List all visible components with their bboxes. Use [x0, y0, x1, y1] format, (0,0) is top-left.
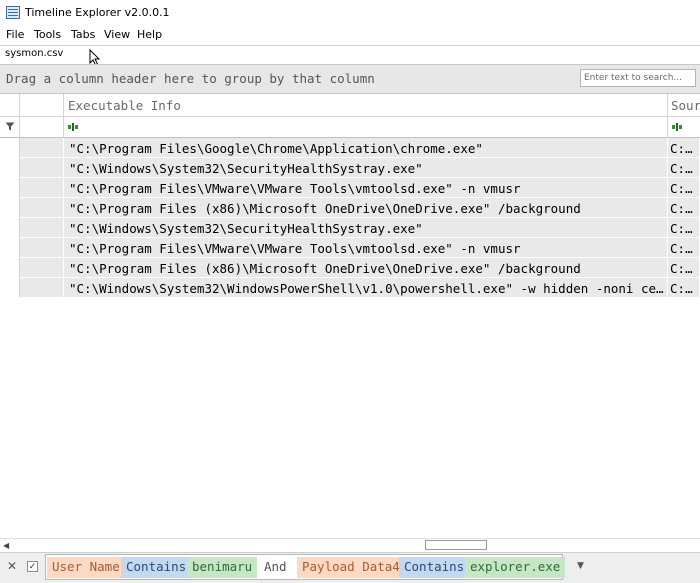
- filter-condition-icon[interactable]: [68, 123, 78, 131]
- row-indicator: [0, 198, 20, 218]
- scrollbar-thumb[interactable]: [425, 540, 487, 550]
- table-row[interactable]: "C:\Program Files\VMware\VMware Tools\vm…: [0, 238, 700, 258]
- filter-funnel-icon[interactable]: [5, 122, 15, 131]
- cell-text: "C:\Program Files (x86)\Microsoft OneDri…: [69, 261, 581, 276]
- filter-value-benimaru[interactable]: benimaru: [187, 557, 258, 578]
- menu-file[interactable]: File: [6, 28, 24, 41]
- horizontal-scrollbar[interactable]: [0, 538, 700, 552]
- row-indicator: [0, 238, 20, 258]
- column-header-source-label: Sourc: [671, 98, 700, 113]
- filter-join-and[interactable]: And: [259, 557, 292, 578]
- cell-text: C:\U: [670, 201, 699, 216]
- menu-tools[interactable]: Tools: [34, 28, 61, 41]
- table-row[interactable]: "C:\Program Files (x86)\Microsoft OneDri…: [0, 198, 700, 218]
- table-row[interactable]: "C:\Windows\System32\SecurityHealthSystr…: [0, 218, 700, 238]
- table-cell-source[interactable]: C:\U: [668, 178, 700, 198]
- column-header-executable-info-label: Executable Info: [68, 98, 181, 113]
- row-indicator: [0, 178, 20, 198]
- filter-enabled-checkbox[interactable]: ✓: [27, 561, 38, 572]
- scroll-left-arrow-icon[interactable]: ◀: [3, 541, 9, 550]
- menu-view[interactable]: View: [104, 28, 130, 41]
- close-filter-icon[interactable]: ✕: [7, 559, 17, 573]
- table-cell-executable-info[interactable]: "C:\Program Files\VMware\VMware Tools\vm…: [64, 178, 668, 198]
- filter-operator-contains[interactable]: Contains: [121, 557, 192, 578]
- table-cell-source[interactable]: C:\U: [668, 278, 700, 298]
- menu-tabs[interactable]: Tabs: [71, 28, 95, 41]
- window-title: Timeline Explorer v2.0.0.1: [25, 6, 170, 19]
- table-row[interactable]: "C:\Program Files\Google\Chrome\Applicat…: [0, 138, 700, 158]
- row-indicator: [0, 138, 20, 158]
- cell-text: "C:\Program Files\VMware\VMware Tools\vm…: [69, 181, 521, 196]
- table-row[interactable]: "C:\Program Files (x86)\Microsoft OneDri…: [0, 258, 700, 278]
- table-cell-source[interactable]: C:\U: [668, 158, 700, 178]
- cell-text: "C:\Program Files (x86)\Microsoft OneDri…: [69, 201, 581, 216]
- row-indicator: [0, 278, 20, 298]
- table-cell-blank[interactable]: [20, 238, 64, 258]
- row-indicator-header: [0, 94, 20, 117]
- table-cell-blank[interactable]: [20, 158, 64, 178]
- table-cell-blank[interactable]: [20, 138, 64, 158]
- table-cell-executable-info[interactable]: "C:\Windows\System32\SecurityHealthSystr…: [64, 218, 668, 238]
- tab-strip: [0, 45, 700, 64]
- table-cell-blank[interactable]: [20, 258, 64, 278]
- cell-text: "C:\Windows\System32\SecurityHealthSystr…: [69, 161, 423, 176]
- filter-operator-contains[interactable]: Contains: [399, 557, 470, 578]
- filter-dropdown-arrow-icon[interactable]: ▼: [577, 561, 584, 571]
- table-cell-executable-info[interactable]: "C:\Program Files (x86)\Microsoft OneDri…: [64, 258, 668, 278]
- cell-text: C:\U: [670, 161, 699, 176]
- cell-text: C:\U: [670, 281, 699, 296]
- table-cell-blank[interactable]: [20, 278, 64, 298]
- table-cell-executable-info[interactable]: "C:\Program Files\VMware\VMware Tools\vm…: [64, 238, 668, 258]
- filter-cell-executable-info[interactable]: [64, 117, 668, 138]
- group-panel-hint: Drag a column header here to group by th…: [6, 71, 375, 86]
- cell-text: "C:\Windows\System32\WindowsPowerShell\v…: [69, 281, 667, 296]
- cell-text: "C:\Windows\System32\SecurityHealthSystr…: [69, 221, 423, 236]
- table-cell-executable-info[interactable]: "C:\Windows\System32\SecurityHealthSystr…: [64, 158, 668, 178]
- cell-text: C:\U: [670, 181, 699, 196]
- filter-field-user-name[interactable]: User Name: [47, 557, 125, 578]
- cell-text: C:\U: [670, 221, 699, 236]
- table-cell-source[interactable]: C:\U: [668, 258, 700, 278]
- filter-cell-blank[interactable]: [20, 117, 64, 138]
- menu-help[interactable]: Help: [137, 28, 162, 41]
- cell-text: C:\U: [670, 261, 699, 276]
- app-grid-icon: [6, 6, 20, 19]
- cell-text: C:\U: [670, 241, 699, 256]
- row-indicator: [0, 218, 20, 238]
- table-row[interactable]: "C:\Windows\System32\SecurityHealthSystr…: [0, 158, 700, 178]
- filter-condition-icon[interactable]: [672, 123, 682, 131]
- table-cell-source[interactable]: C:\U: [668, 218, 700, 238]
- cell-text: "C:\Program Files\Google\Chrome\Applicat…: [69, 141, 483, 156]
- table-cell-blank[interactable]: [20, 218, 64, 238]
- table-cell-executable-info[interactable]: "C:\Program Files (x86)\Microsoft OneDri…: [64, 198, 668, 218]
- column-header-blank[interactable]: [20, 94, 64, 117]
- table-row[interactable]: "C:\Windows\System32\WindowsPowerShell\v…: [0, 278, 700, 298]
- table-row[interactable]: "C:\Program Files\VMware\VMware Tools\vm…: [0, 178, 700, 198]
- table-cell-executable-info[interactable]: "C:\Program Files\Google\Chrome\Applicat…: [64, 138, 668, 158]
- table-cell-source[interactable]: C:\U: [668, 238, 700, 258]
- row-indicator: [0, 258, 20, 278]
- cell-text: "C:\Program Files\VMware\VMware Tools\vm…: [69, 241, 521, 256]
- table-cell-source[interactable]: C:\U: [668, 198, 700, 218]
- table-cell-blank[interactable]: [20, 178, 64, 198]
- cell-text: C:\U: [670, 141, 699, 156]
- table-cell-executable-info[interactable]: "C:\Windows\System32\WindowsPowerShell\v…: [64, 278, 668, 298]
- row-indicator: [0, 158, 20, 178]
- search-input[interactable]: [580, 69, 696, 87]
- filter-value-explorer-exe[interactable]: explorer.exe: [465, 557, 566, 578]
- tab-sysmon[interactable]: sysmon.csv: [5, 48, 63, 59]
- filter-field-payload-data4[interactable]: Payload Data4: [297, 557, 405, 578]
- table-cell-blank[interactable]: [20, 198, 64, 218]
- table-cell-source[interactable]: C:\U: [668, 138, 700, 158]
